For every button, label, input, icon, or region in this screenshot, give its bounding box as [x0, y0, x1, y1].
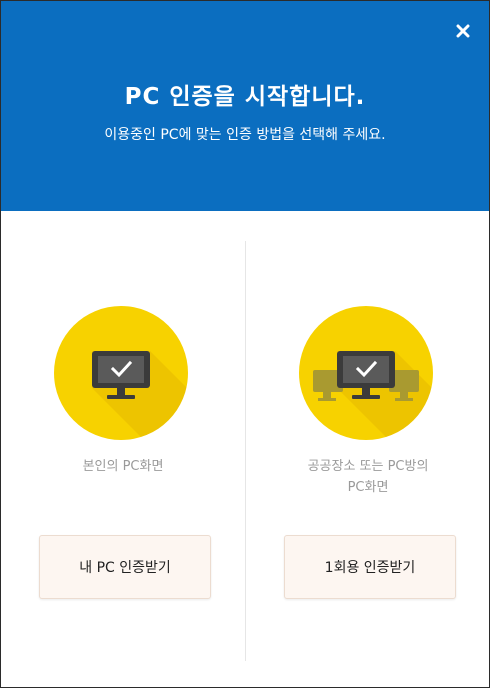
option-public-pc: 공공장소 또는 PC방의 PC화면 1회용 인증받기 [246, 211, 489, 687]
multiple-monitors-check-icon [313, 351, 433, 440]
option-own-pc: 본인의 PC화면 내 PC 인증받기 [1, 211, 245, 687]
own-pc-label: 본인의 PC화면 [82, 459, 164, 474]
close-icon [456, 24, 470, 38]
own-pc-illustration [54, 306, 188, 440]
close-button[interactable] [451, 19, 475, 43]
one-time-auth-button[interactable]: 1회용 인증받기 [284, 535, 456, 599]
my-pc-auth-button[interactable]: 내 PC 인증받기 [39, 535, 211, 599]
single-monitor-check-icon [92, 351, 188, 440]
dialog-title: PC 인증을 시작합니다. [124, 84, 366, 110]
dialog-subtitle: 이용중인 PC에 맞는 인증 방법을 선택해 주세요. [104, 127, 386, 143]
pc-auth-dialog: PC 인증을 시작합니다. 이용중인 PC에 맞는 인증 방법을 선택해 주세요… [0, 0, 490, 688]
public-pc-illustration [299, 306, 433, 440]
public-pc-label: 공공장소 또는 PC방의 PC화면 [307, 459, 429, 495]
dialog-header: PC 인증을 시작합니다. 이용중인 PC에 맞는 인증 방법을 선택해 주세요… [1, 1, 489, 211]
